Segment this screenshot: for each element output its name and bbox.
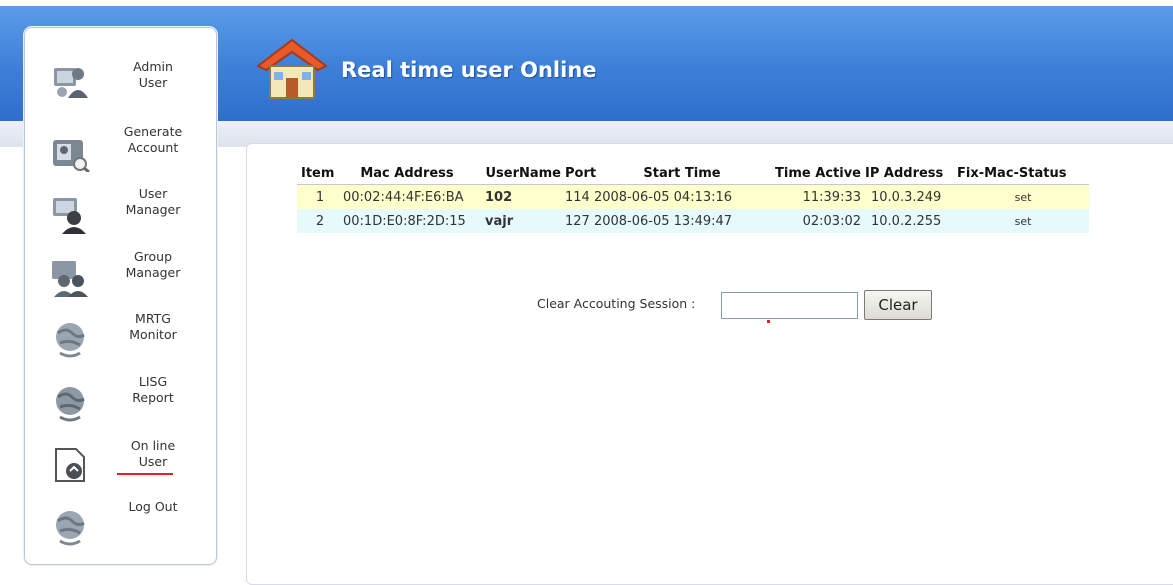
sidebar-item-label: User Manager [125,186,181,217]
group-manager-icon [52,261,88,297]
time-active-cell: 02:03:02 [759,209,861,233]
sidebar-item-label: On line User [130,438,176,469]
column-header: Mac Address [339,162,471,185]
column-header: IP Address [861,162,953,185]
column-header: UserName [471,162,561,185]
sidebar-item-group-manager[interactable]: Group Manager [25,248,216,308]
sidebar-item-label: Group Manager [125,249,181,280]
sidebar-item-mrtg-monitor[interactable]: MRTG Monitor [25,310,216,370]
sidebar-item-lisg-report[interactable]: LISG Report [25,374,216,434]
port-cell: 114 [565,189,590,205]
sidebar-item-generate-account[interactable]: Generate Account [25,124,216,184]
online-users-table: Item Mac Address UserName Port Start Tim… [297,162,1089,233]
user-manager-icon [53,198,86,234]
sidebar-item-label: MRTG Monitor [129,311,177,342]
house-icon [256,38,328,99]
column-header: Fix-Mac-Status [953,162,1089,185]
username-cell: 102 [471,184,561,209]
column-header: Time Active [759,162,861,185]
sidebar: AdminUser GenerateAccount UserManager [24,27,217,565]
column-header: Start Time [601,162,759,185]
sidebar-item-user-manager[interactable]: User Manager [25,185,216,245]
column-header: Item [297,162,339,185]
item-cell: 2 [297,209,339,233]
fix-mac-set-link[interactable]: set [953,209,1089,233]
port-start-cell: 114 2008-06-05 04:13:16 [561,184,759,209]
column-header: Port [561,162,601,185]
sidebar-item-admin-user[interactable]: Admin User [25,48,216,108]
item-cell: 1 [297,184,339,209]
logout-globe-icon [56,511,85,546]
table-row: 1 00:02:44:4F:E6:BA 102 114 2008-06-05 0… [297,184,1089,209]
sidebar-item-label: Admin User [133,59,173,90]
page-title: Real time user Online [341,58,597,82]
monitor-globe-icon [56,323,85,358]
sidebar-item-online-user[interactable]: On line User [25,436,216,496]
fix-mac-set-link[interactable]: set [953,184,1089,209]
sidebar-item-label: Generate Account [123,124,183,155]
sidebar-item-label: LISG Report [132,374,174,405]
start-time-cell: 2008-06-05 13:49:47 [593,213,733,229]
mac-address-cell: 00:02:44:4F:E6:BA [339,184,471,209]
ip-address-cell: 10.0.2.255 [861,209,953,233]
sidebar-item-log-out[interactable]: Log Out [25,498,216,558]
clear-button[interactable]: Clear [864,290,932,320]
online-user-icon [55,448,85,482]
ip-address-cell: 10.0.3.249 [861,184,953,209]
table-header-row: Item Mac Address UserName Port Start Tim… [297,162,1089,185]
clear-session-label: Clear Accouting Session : [537,296,696,311]
clear-session-input[interactable] [721,292,858,319]
report-globe-icon [56,387,85,422]
time-active-cell: 11:39:33 [759,184,861,209]
port-start-cell: 127 2008-06-05 13:49:47 [561,209,759,233]
port-cell: 127 [565,213,590,229]
mac-address-cell: 00:1D:E0:8F:2D:15 [339,209,471,233]
required-marker [767,320,770,323]
admin-user-icon [54,68,88,98]
username-cell: vajr [471,209,561,233]
active-item-underline [117,473,173,475]
start-time-cell: 2008-06-05 04:13:16 [593,189,733,205]
generate-account-icon [53,140,90,172]
table-row: 2 00:1D:E0:8F:2D:15 vajr 127 2008-06-05 … [297,209,1089,233]
sidebar-item-label: Log Out [128,499,178,514]
